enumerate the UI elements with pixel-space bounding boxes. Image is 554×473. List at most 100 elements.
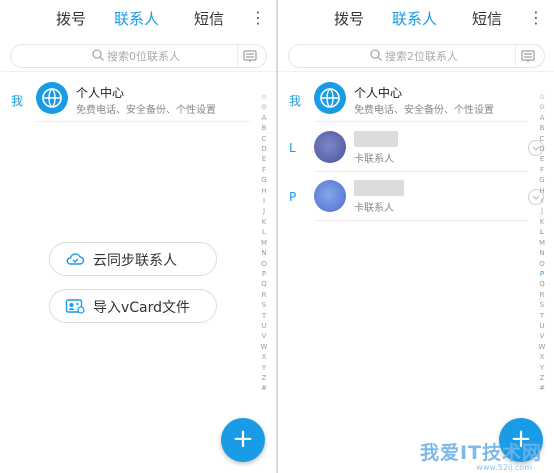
index-letter[interactable]: Y: [536, 363, 548, 373]
search-icon: [92, 49, 104, 61]
search-placeholder: 搜索0位联系人: [107, 50, 180, 63]
index-letter[interactable]: J: [258, 206, 270, 216]
index-letter[interactable]: ☆: [536, 92, 548, 102]
index-letter[interactable]: N: [258, 248, 270, 258]
index-letter[interactable]: Q: [258, 279, 270, 289]
index-letter[interactable]: L: [536, 227, 548, 237]
plus-icon: +: [232, 424, 254, 454]
divider: [278, 71, 554, 72]
import-vcard-button[interactable]: 导入vCard文件: [49, 289, 217, 323]
index-letter[interactable]: O: [258, 259, 270, 269]
index-letter[interactable]: X: [258, 352, 270, 362]
tab-contacts[interactable]: 联系人: [392, 8, 437, 29]
index-letter[interactable]: H: [258, 186, 270, 196]
contact-avatar[interactable]: [314, 131, 346, 163]
more-menu-icon[interactable]: ⋮: [250, 8, 266, 28]
contact-name-redacted[interactable]: [354, 180, 404, 196]
contact-name-redacted[interactable]: [354, 131, 398, 147]
add-contact-button[interactable]: +: [221, 418, 265, 462]
alphabet-index-scrollbar[interactable]: ☆ ⊙ A B C D E F G H I J K L M N O P Q R …: [536, 92, 548, 394]
profile-name[interactable]: 个人中心: [354, 84, 402, 101]
index-letter[interactable]: R: [258, 290, 270, 300]
index-letter[interactable]: S: [536, 300, 548, 310]
index-letter[interactable]: N: [536, 248, 548, 258]
index-letter[interactable]: #: [258, 383, 270, 393]
index-letter[interactable]: J: [536, 206, 548, 216]
index-letter[interactable]: O: [536, 259, 548, 269]
divider: [314, 171, 528, 172]
divider: [314, 121, 528, 122]
index-letter[interactable]: C: [536, 134, 548, 144]
import-vcard-label: 导入vCard文件: [93, 300, 191, 316]
search-input[interactable]: 搜索0位联系人: [10, 44, 267, 68]
index-letter[interactable]: ⊙: [536, 102, 548, 112]
index-letter[interactable]: B: [258, 123, 270, 133]
tab-messages[interactable]: 短信: [472, 8, 502, 29]
index-letter[interactable]: B: [536, 123, 548, 133]
index-letter[interactable]: A: [258, 113, 270, 123]
index-letter[interactable]: P: [536, 269, 548, 279]
keyboard-toggle[interactable]: [237, 45, 262, 67]
index-letter[interactable]: G: [258, 175, 270, 185]
index-letter[interactable]: R: [536, 290, 548, 300]
index-letter[interactable]: U: [258, 321, 270, 331]
index-letter[interactable]: A: [536, 113, 548, 123]
index-letter[interactable]: V: [258, 331, 270, 341]
profile-avatar[interactable]: [314, 82, 346, 114]
search-input[interactable]: 搜索2位联系人: [288, 44, 545, 68]
index-letter[interactable]: U: [536, 321, 548, 331]
tab-dialer[interactable]: 拨号: [56, 8, 86, 29]
profile-avatar[interactable]: [36, 82, 68, 114]
contact-source: 卡联系人: [354, 154, 394, 165]
cloud-sync-icon: [66, 253, 85, 265]
index-letter[interactable]: Z: [536, 373, 548, 383]
more-menu-icon[interactable]: ⋮: [528, 8, 544, 28]
index-letter[interactable]: W: [536, 342, 548, 352]
keyboard-toggle[interactable]: [515, 45, 540, 67]
index-letter[interactable]: ⊙: [258, 102, 270, 112]
index-letter[interactable]: F: [536, 165, 548, 175]
top-tab-bar: 拨号 联系人 短信 ⋮: [278, 0, 554, 36]
index-letter[interactable]: H: [536, 186, 548, 196]
tab-contacts[interactable]: 联系人: [114, 8, 159, 29]
alphabet-index-scrollbar[interactable]: ☆ ⊙ A B C D E F G H I J K L M N O P Q R …: [258, 92, 270, 394]
index-letter[interactable]: V: [536, 331, 548, 341]
index-letter[interactable]: X: [536, 352, 548, 362]
watermark-text: 我爱IT技术网: [419, 442, 542, 464]
index-letter[interactable]: M: [258, 238, 270, 248]
index-letter[interactable]: C: [258, 134, 270, 144]
index-letter[interactable]: T: [536, 311, 548, 321]
keyboard-icon: [521, 50, 535, 62]
index-letter[interactable]: G: [536, 175, 548, 185]
cloud-sync-contacts-button[interactable]: 云同步联系人: [49, 242, 217, 276]
index-letter[interactable]: P: [258, 269, 270, 279]
index-letter[interactable]: S: [258, 300, 270, 310]
index-letter[interactable]: E: [536, 154, 548, 164]
index-letter[interactable]: E: [258, 154, 270, 164]
section-label-me: 我: [11, 94, 24, 108]
index-letter[interactable]: Z: [258, 373, 270, 383]
index-letter[interactable]: I: [258, 196, 270, 206]
search-placeholder: 搜索2位联系人: [385, 50, 458, 63]
index-letter[interactable]: L: [258, 227, 270, 237]
index-letter[interactable]: W: [258, 342, 270, 352]
contact-avatar[interactable]: [314, 180, 346, 212]
index-letter[interactable]: M: [536, 238, 548, 248]
tab-messages[interactable]: 短信: [194, 8, 224, 29]
index-letter[interactable]: K: [536, 217, 548, 227]
section-label-me: 我: [289, 94, 302, 108]
tab-dialer[interactable]: 拨号: [334, 8, 364, 29]
profile-name[interactable]: 个人中心: [76, 84, 124, 101]
contact-card-icon: [65, 299, 85, 314]
index-letter[interactable]: D: [258, 144, 270, 154]
index-letter[interactable]: Q: [536, 279, 548, 289]
index-letter[interactable]: K: [258, 217, 270, 227]
index-letter[interactable]: T: [258, 311, 270, 321]
index-letter[interactable]: D: [536, 144, 548, 154]
index-letter[interactable]: #: [536, 383, 548, 393]
index-letter[interactable]: I: [536, 196, 548, 206]
index-letter[interactable]: F: [258, 165, 270, 175]
index-letter[interactable]: ☆: [258, 92, 270, 102]
contacts-screen-empty: 拨号 联系人 短信 ⋮ 搜索0位联系人 我 个人中心 免费电话、安全备份、个性设…: [0, 0, 276, 473]
index-letter[interactable]: Y: [258, 363, 270, 373]
